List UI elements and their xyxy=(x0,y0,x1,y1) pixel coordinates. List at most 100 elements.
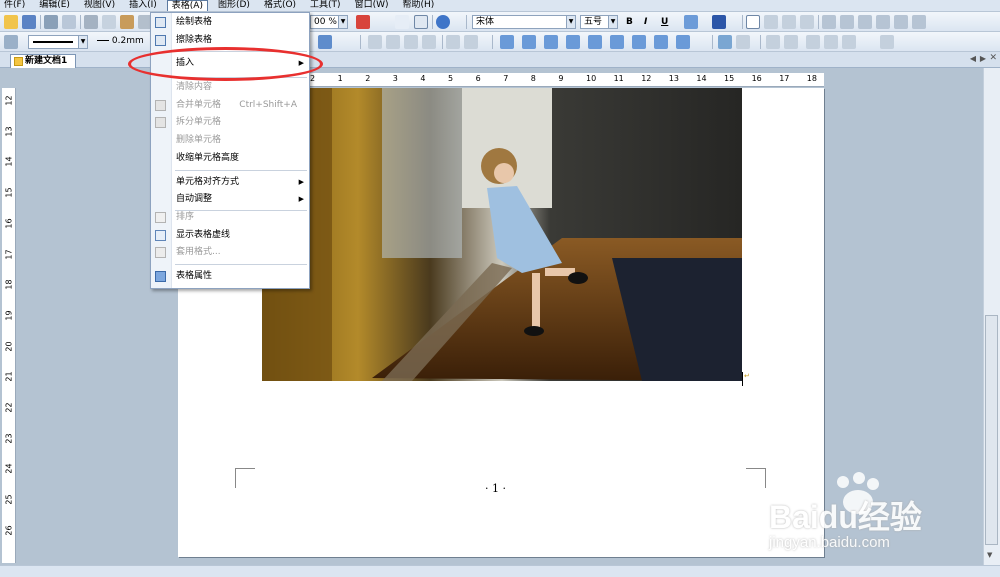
shape-8-icon[interactable] xyxy=(654,35,668,49)
save-icon[interactable] xyxy=(22,15,36,29)
menu-item-clear-contents[interactable]: 清除内容 xyxy=(151,79,309,96)
split-cells-icon xyxy=(155,117,166,128)
menu-window[interactable]: 窗口(W) xyxy=(351,0,393,11)
cell-shading-icon[interactable] xyxy=(464,35,478,49)
shape-3-icon[interactable] xyxy=(544,35,558,49)
ungroup-icon[interactable] xyxy=(824,35,838,49)
ruler-tick-label: 26 xyxy=(4,525,14,536)
punctuation-icon[interactable] xyxy=(395,15,409,29)
pen-icon[interactable] xyxy=(4,35,18,49)
menu-item-auto-fit[interactable]: 自动调整 ▶ xyxy=(151,191,309,208)
ruler-tick-label: 2 xyxy=(310,74,316,83)
align-right-icon[interactable] xyxy=(782,15,796,29)
shape-1-icon[interactable] xyxy=(500,35,514,49)
menu-view[interactable]: 视图(V) xyxy=(80,0,119,11)
menu-item-draw-table[interactable]: 绘制表格 xyxy=(151,14,309,31)
menu-item-delete-cells[interactable]: 删除单元格 xyxy=(151,132,309,149)
menu-item-sort[interactable]: 排序 xyxy=(151,209,309,226)
picture-icon[interactable] xyxy=(718,35,732,49)
menu-item-table-format[interactable]: 套用格式... xyxy=(151,244,309,261)
shape-9-icon[interactable] xyxy=(676,35,690,49)
font-name-select[interactable]: 宋体 ▼ xyxy=(472,15,576,29)
paragraph-mark-icon[interactable] xyxy=(414,15,428,29)
print-icon[interactable] xyxy=(44,15,58,29)
horizontal-scrollbar[interactable] xyxy=(0,565,1000,577)
menu-item-table-properties[interactable]: 表格属性 xyxy=(151,268,309,285)
page-corner-mark xyxy=(746,468,766,488)
close-icon[interactable]: ✕ xyxy=(989,53,997,63)
menu-item-show-gridlines[interactable]: 显示表格虚线 xyxy=(151,227,309,244)
group-icon[interactable] xyxy=(806,35,820,49)
line-style-select[interactable]: ▼ xyxy=(28,35,88,49)
distribute-rows-icon[interactable] xyxy=(404,35,418,49)
menu-item-label: 排序 xyxy=(176,212,195,222)
split-icon[interactable] xyxy=(386,35,400,49)
open-icon[interactable] xyxy=(4,15,18,29)
merge-icon[interactable] xyxy=(368,35,382,49)
ruler-tick-label: 12 xyxy=(641,74,652,83)
strikethrough-icon[interactable] xyxy=(684,15,698,29)
align-left-icon[interactable] xyxy=(746,15,760,29)
line-width-select[interactable]: 0.2mm xyxy=(94,35,148,49)
shape-2-icon[interactable] xyxy=(522,35,536,49)
align-center-icon[interactable] xyxy=(764,15,778,29)
copy-icon[interactable] xyxy=(102,15,116,29)
vertical-ruler: 12 13 14 15 16 17 18 19 20 21 22 23 24 25 26 xyxy=(2,88,16,563)
cut-icon[interactable] xyxy=(84,15,98,29)
bold-button[interactable]: B xyxy=(626,16,633,28)
order-back-icon[interactable] xyxy=(784,35,798,49)
bullet-list-icon[interactable] xyxy=(822,15,836,29)
menu-item-split-cells[interactable]: 拆分单元格 xyxy=(151,114,309,131)
tab-scroll-right-icon[interactable]: ▶ xyxy=(980,54,986,63)
align-justify-icon[interactable] xyxy=(800,15,814,29)
line-spacing-icon[interactable] xyxy=(894,15,908,29)
underline-button[interactable]: U xyxy=(661,16,668,28)
cell-border-icon[interactable] xyxy=(446,35,460,49)
rotate-icon[interactable] xyxy=(880,35,894,49)
shape-4-icon[interactable] xyxy=(566,35,580,49)
inserted-photo[interactable] xyxy=(262,88,742,381)
tab-scroll-left-icon[interactable]: ◀ xyxy=(970,54,976,63)
menu-item-shrink-cell-height[interactable]: 收缩单元格高度 xyxy=(151,150,309,167)
highlight-color-icon[interactable] xyxy=(712,15,726,29)
menu-table[interactable]: 表格(A) xyxy=(166,0,208,11)
zoom-select[interactable]: 00 % ▼ xyxy=(310,15,348,29)
draw-table-icon xyxy=(155,17,166,28)
decrease-indent-icon[interactable] xyxy=(858,15,872,29)
numbered-list-icon[interactable] xyxy=(840,15,854,29)
increase-indent-icon[interactable] xyxy=(876,15,890,29)
font-size-select[interactable]: 五号 ▼ xyxy=(580,15,618,29)
distribute-columns-icon[interactable] xyxy=(422,35,436,49)
shape-7-icon[interactable] xyxy=(632,35,646,49)
text-direction-icon[interactable] xyxy=(912,15,926,29)
menu-separator xyxy=(175,264,307,265)
tab-new-document[interactable]: 新建文档1 xyxy=(10,54,76,68)
wrap-icon[interactable] xyxy=(736,35,750,49)
insert-table-icon[interactable] xyxy=(318,35,332,49)
italic-button[interactable]: I xyxy=(644,16,647,28)
help-icon[interactable] xyxy=(436,15,450,29)
ruler-tick-label: 23 xyxy=(4,433,14,444)
menu-insert[interactable]: 插入(I) xyxy=(125,0,161,11)
menu-graphics[interactable]: 图形(D) xyxy=(214,0,254,11)
line-style-preview xyxy=(33,41,73,43)
menu-edit[interactable]: 编辑(E) xyxy=(35,0,74,11)
menu-format[interactable]: 格式(O) xyxy=(260,0,300,11)
paste-icon[interactable] xyxy=(120,15,134,29)
font-color-icon[interactable] xyxy=(356,15,370,29)
shape-6-icon[interactable] xyxy=(610,35,624,49)
shape-5-icon[interactable] xyxy=(588,35,602,49)
page-corner-mark xyxy=(235,468,255,488)
menu-item-merge-cells[interactable]: 合并单元格 Ctrl+Shift+A xyxy=(151,97,309,114)
print-preview-icon[interactable] xyxy=(62,15,76,29)
ruler-tick-label: 14 xyxy=(696,74,707,83)
order-front-icon[interactable] xyxy=(766,35,780,49)
menu-help[interactable]: 帮助(H) xyxy=(399,0,439,11)
menu-item-cell-alignment[interactable]: 单元格对齐方式 ▶ xyxy=(151,174,309,191)
menu-tools[interactable]: 工具(T) xyxy=(306,0,345,11)
menu-item-label: 单元格对齐方式 xyxy=(176,177,240,187)
menu-file[interactable]: 件(F) xyxy=(0,0,29,11)
ruler-tick-label: 11 xyxy=(613,74,624,83)
document-icon xyxy=(14,57,23,66)
align-objects-icon[interactable] xyxy=(842,35,856,49)
